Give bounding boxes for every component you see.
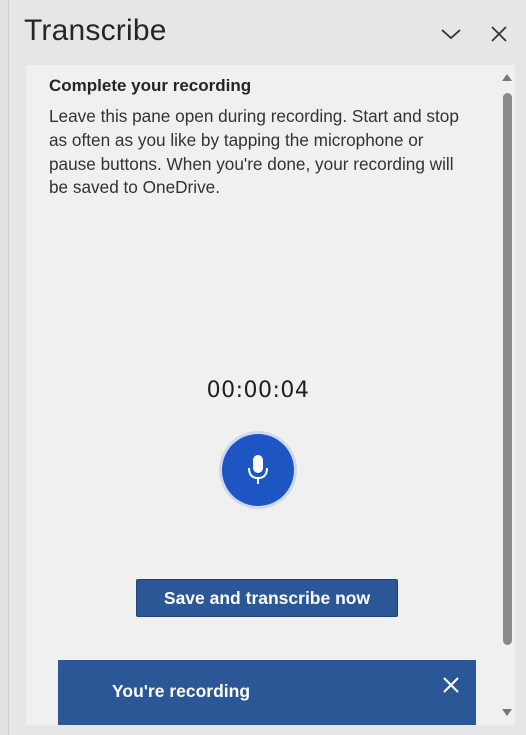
toast-message: You're recording <box>112 681 251 701</box>
triangle-up-icon <box>502 73 512 81</box>
transcribe-pane: Transcribe Complete your recording Leave… <box>9 0 526 735</box>
close-icon <box>443 677 459 693</box>
collapse-pane-button[interactable] <box>437 20 465 48</box>
microphone-button-inner <box>222 434 294 506</box>
toast-close-button[interactable] <box>440 674 462 696</box>
microphone-icon <box>248 455 268 484</box>
triangle-down-icon <box>502 708 512 716</box>
close-icon <box>491 26 507 42</box>
pane-title: Transcribe <box>24 14 167 47</box>
close-pane-button[interactable] <box>485 20 513 48</box>
recording-timer: 00:00:04 <box>206 378 310 403</box>
window-left-edge <box>0 0 9 735</box>
save-and-transcribe-button[interactable]: Save and transcribe now <box>136 579 398 617</box>
microphone-button[interactable] <box>219 431 297 509</box>
vertical-scrollbar[interactable] <box>499 65 515 725</box>
recording-toast: You're recording <box>58 660 476 725</box>
recording-instructions: Leave this pane open during recording. S… <box>49 106 459 198</box>
recording-heading: Complete your recording <box>49 76 252 95</box>
scrollbar-thumb[interactable] <box>503 93 512 645</box>
pane-content: Complete your recording Leave this pane … <box>26 65 499 725</box>
scroll-up-button[interactable] <box>499 69 515 85</box>
chevron-down-icon <box>441 29 461 40</box>
scroll-down-button[interactable] <box>499 704 515 720</box>
